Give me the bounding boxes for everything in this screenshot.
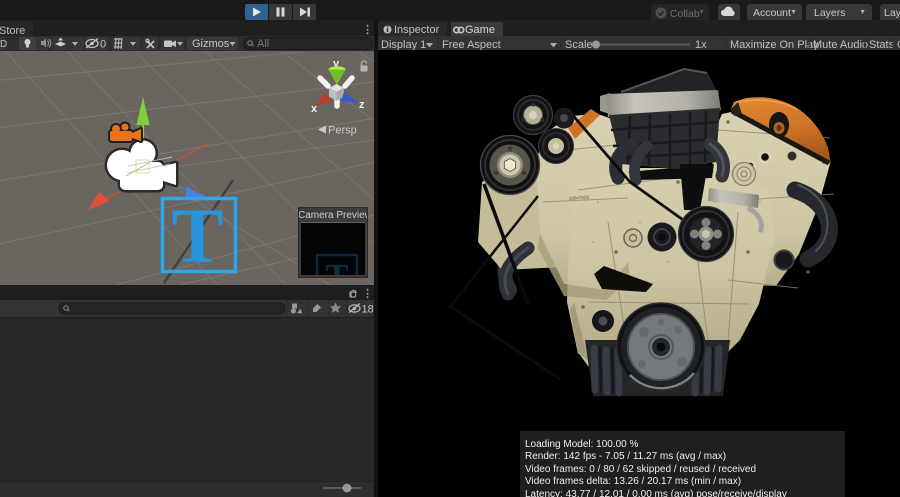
svg-text:1x: 1x [695, 39, 707, 50]
svg-text:D: D [0, 39, 7, 50]
svg-text:Persp: Persp [328, 125, 357, 137]
svg-text:Scale: Scale [565, 39, 593, 50]
svg-text:T: T [171, 192, 223, 279]
svg-text:All: All [257, 38, 269, 50]
svg-text:18: 18 [362, 304, 374, 316]
svg-text:x: x [311, 103, 318, 115]
svg-text:Maximize On Play: Maximize On Play [730, 39, 819, 50]
svg-text:Mute Audio: Mute Audio [813, 39, 868, 50]
svg-text:Stats: Stats [869, 39, 895, 50]
svg-text:T: T [326, 258, 349, 275]
svg-text:Free Aspect: Free Aspect [442, 39, 501, 50]
svg-text:Display 1: Display 1 [381, 39, 426, 50]
svg-text:0: 0 [100, 39, 106, 51]
svg-text:z: z [359, 99, 365, 111]
svg-text:Gizmos: Gizmos [192, 38, 230, 50]
